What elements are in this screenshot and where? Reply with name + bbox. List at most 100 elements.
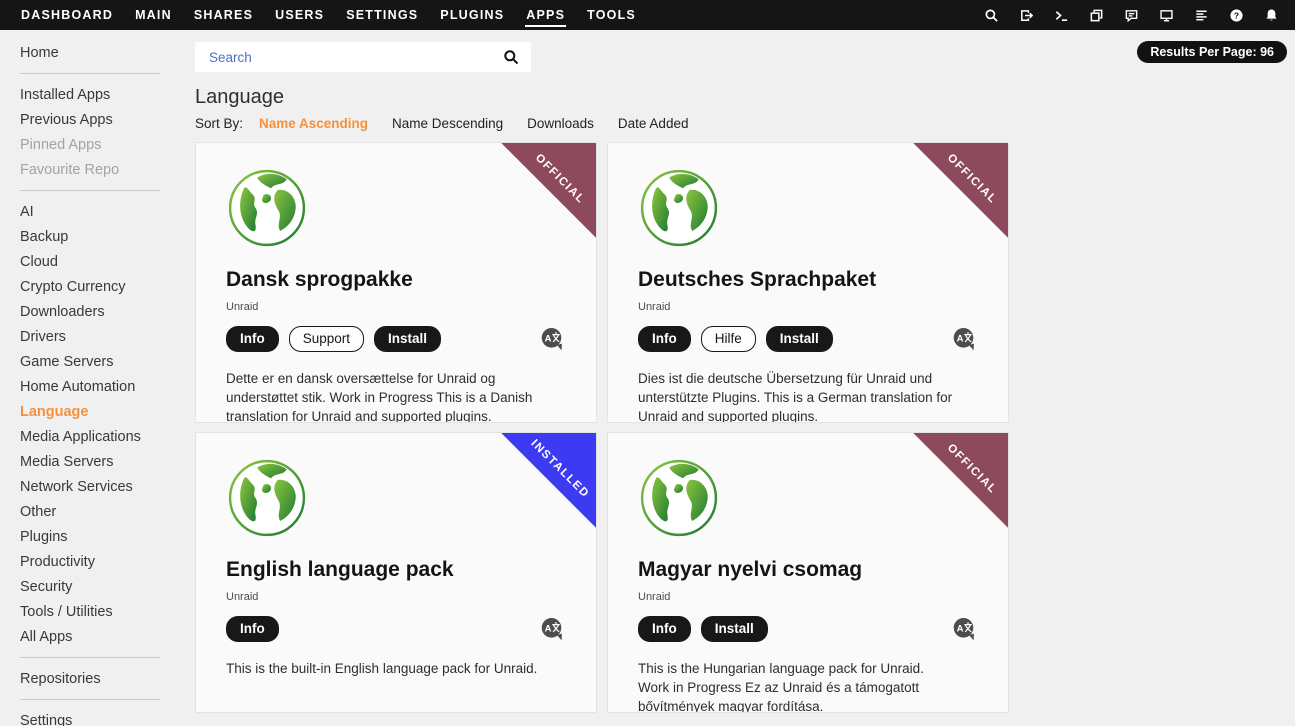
app-author: Unraid bbox=[226, 591, 566, 603]
sidebar-divider bbox=[20, 73, 160, 74]
svg-text:A: A bbox=[545, 333, 552, 344]
sidebar-item-plugins[interactable]: Plugins bbox=[20, 524, 192, 549]
sort-bar: Sort By: Name Ascending Name Descending … bbox=[195, 116, 712, 131]
sidebar-item-cloud[interactable]: Cloud bbox=[20, 249, 192, 274]
app-card-deutsches-sprachpaket[interactable]: Deutsches Sprachpaket Unraid Info Hilfe … bbox=[607, 142, 1009, 423]
install-button[interactable]: Install bbox=[766, 326, 833, 352]
search-input[interactable] bbox=[207, 49, 503, 66]
top-nav: DASHBOARD MAIN SHARES USERS SETTINGS PLU… bbox=[0, 0, 1295, 30]
sidebar-item-productivity[interactable]: Productivity bbox=[20, 549, 192, 574]
app-card-magyar-nyelvi-csomag[interactable]: Magyar nyelvi csomag Unraid Info Install… bbox=[607, 432, 1009, 713]
sort-option-name-descending[interactable]: Name Descending bbox=[392, 116, 503, 131]
install-button[interactable]: Install bbox=[701, 616, 768, 642]
support-button[interactable]: Hilfe bbox=[701, 326, 756, 352]
sidebar-item-repositories[interactable]: Repositories bbox=[20, 666, 192, 691]
sidebar-divider bbox=[20, 699, 160, 700]
logout-icon[interactable] bbox=[1018, 7, 1034, 23]
sidebar-item-ai[interactable]: AI bbox=[20, 199, 192, 224]
help-icon[interactable]: ? bbox=[1228, 7, 1244, 23]
globe-icon bbox=[638, 167, 720, 249]
nav-menu: DASHBOARD MAIN SHARES USERS SETTINGS PLU… bbox=[10, 0, 647, 30]
installed-ribbon: INSTALLED bbox=[501, 432, 597, 528]
sort-option-name-ascending[interactable]: Name Ascending bbox=[259, 116, 368, 131]
nav-icon-bar: ? bbox=[983, 7, 1279, 23]
sort-option-downloads[interactable]: Downloads bbox=[527, 116, 594, 131]
app-description: This is the built-in English language pa… bbox=[226, 659, 566, 678]
translate-icon[interactable]: A bbox=[539, 327, 566, 351]
app-author: Unraid bbox=[638, 591, 978, 603]
nav-item-tools[interactable]: TOOLS bbox=[576, 0, 647, 30]
app-card-dansk-sprogpakke[interactable]: Dansk sprogpakke Unraid Info Support Ins… bbox=[195, 142, 597, 423]
official-ribbon: OFFICIAL bbox=[913, 432, 1009, 528]
sidebar-item-crypto-currency[interactable]: Crypto Currency bbox=[20, 274, 192, 299]
sidebar-item-other[interactable]: Other bbox=[20, 499, 192, 524]
translate-icon[interactable]: A bbox=[951, 327, 978, 351]
sidebar-item-media-applications[interactable]: Media Applications bbox=[20, 424, 192, 449]
app-title: Magyar nyelvi csomag bbox=[638, 558, 978, 582]
install-button[interactable]: Install bbox=[374, 326, 441, 352]
sidebar: Home Installed Apps Previous Apps Pinned… bbox=[0, 30, 192, 726]
nav-item-shares[interactable]: SHARES bbox=[183, 0, 264, 30]
app-title: Dansk sprogpakke bbox=[226, 268, 566, 292]
globe-icon bbox=[226, 167, 308, 249]
sidebar-item-home-automation[interactable]: Home Automation bbox=[20, 374, 192, 399]
main-content: Results Per Page: 96 Language Sort By: N… bbox=[195, 30, 1295, 726]
app-title: Deutsches Sprachpaket bbox=[638, 268, 978, 292]
sidebar-item-language[interactable]: Language bbox=[20, 399, 192, 424]
official-ribbon: OFFICIAL bbox=[501, 142, 597, 238]
search-icon[interactable] bbox=[983, 7, 999, 23]
support-button[interactable]: Support bbox=[289, 326, 364, 352]
feedback-icon[interactable] bbox=[1123, 7, 1139, 23]
nav-item-settings[interactable]: SETTINGS bbox=[335, 0, 429, 30]
globe-icon bbox=[226, 457, 308, 539]
sidebar-item-tools-utilities[interactable]: Tools / Utilities bbox=[20, 599, 192, 624]
sidebar-item-backup[interactable]: Backup bbox=[20, 224, 192, 249]
sidebar-item-settings[interactable]: Settings bbox=[20, 708, 192, 726]
sidebar-item-favourite-repo: Favourite Repo bbox=[20, 157, 192, 182]
info-button[interactable]: Info bbox=[226, 326, 279, 352]
app-card-english-language-pack[interactable]: English language pack Unraid Info A This… bbox=[195, 432, 597, 713]
card-button-row: Info Install A bbox=[638, 616, 978, 642]
sidebar-item-game-servers[interactable]: Game Servers bbox=[20, 349, 192, 374]
unraid-apps-page: DASHBOARD MAIN SHARES USERS SETTINGS PLU… bbox=[0, 0, 1295, 726]
monitor-icon[interactable] bbox=[1158, 7, 1174, 23]
nav-item-dashboard[interactable]: DASHBOARD bbox=[10, 0, 124, 30]
official-ribbon: OFFICIAL bbox=[913, 142, 1009, 238]
translate-icon[interactable]: A bbox=[539, 617, 566, 641]
log-icon[interactable] bbox=[1193, 7, 1209, 23]
sidebar-item-downloaders[interactable]: Downloaders bbox=[20, 299, 192, 324]
info-button[interactable]: Info bbox=[638, 326, 691, 352]
page-title: Language bbox=[195, 86, 284, 109]
terminal-icon[interactable] bbox=[1053, 7, 1069, 23]
sidebar-divider bbox=[20, 657, 160, 658]
sort-option-date-added[interactable]: Date Added bbox=[618, 116, 689, 131]
sidebar-item-drivers[interactable]: Drivers bbox=[20, 324, 192, 349]
translate-icon[interactable]: A bbox=[951, 617, 978, 641]
notifications-icon[interactable] bbox=[1263, 7, 1279, 23]
app-author: Unraid bbox=[638, 301, 978, 313]
sidebar-item-home[interactable]: Home bbox=[20, 40, 192, 65]
card-button-row: Info A bbox=[226, 616, 566, 642]
search-box bbox=[195, 42, 531, 72]
nav-item-main[interactable]: MAIN bbox=[124, 0, 183, 30]
sidebar-item-installed-apps[interactable]: Installed Apps bbox=[20, 82, 192, 107]
card-button-row: Info Hilfe Install A bbox=[638, 326, 978, 352]
svg-text:A: A bbox=[957, 333, 964, 344]
sidebar-item-previous-apps[interactable]: Previous Apps bbox=[20, 107, 192, 132]
copy-icon[interactable] bbox=[1088, 7, 1104, 23]
sidebar-item-network-services[interactable]: Network Services bbox=[20, 474, 192, 499]
nav-item-users[interactable]: USERS bbox=[264, 0, 335, 30]
results-per-page-badge[interactable]: Results Per Page: 96 bbox=[1137, 41, 1287, 63]
sidebar-item-pinned-apps: Pinned Apps bbox=[20, 132, 192, 157]
nav-item-apps[interactable]: APPS bbox=[515, 0, 576, 30]
info-button[interactable]: Info bbox=[638, 616, 691, 642]
search-submit-icon[interactable] bbox=[503, 49, 519, 65]
app-title: English language pack bbox=[226, 558, 566, 582]
sidebar-item-all-apps[interactable]: All Apps bbox=[20, 624, 192, 649]
info-button[interactable]: Info bbox=[226, 616, 279, 642]
card-button-row: Info Support Install A bbox=[226, 326, 566, 352]
sidebar-item-media-servers[interactable]: Media Servers bbox=[20, 449, 192, 474]
svg-text:?: ? bbox=[1233, 10, 1238, 20]
sidebar-item-security[interactable]: Security bbox=[20, 574, 192, 599]
nav-item-plugins[interactable]: PLUGINS bbox=[429, 0, 515, 30]
